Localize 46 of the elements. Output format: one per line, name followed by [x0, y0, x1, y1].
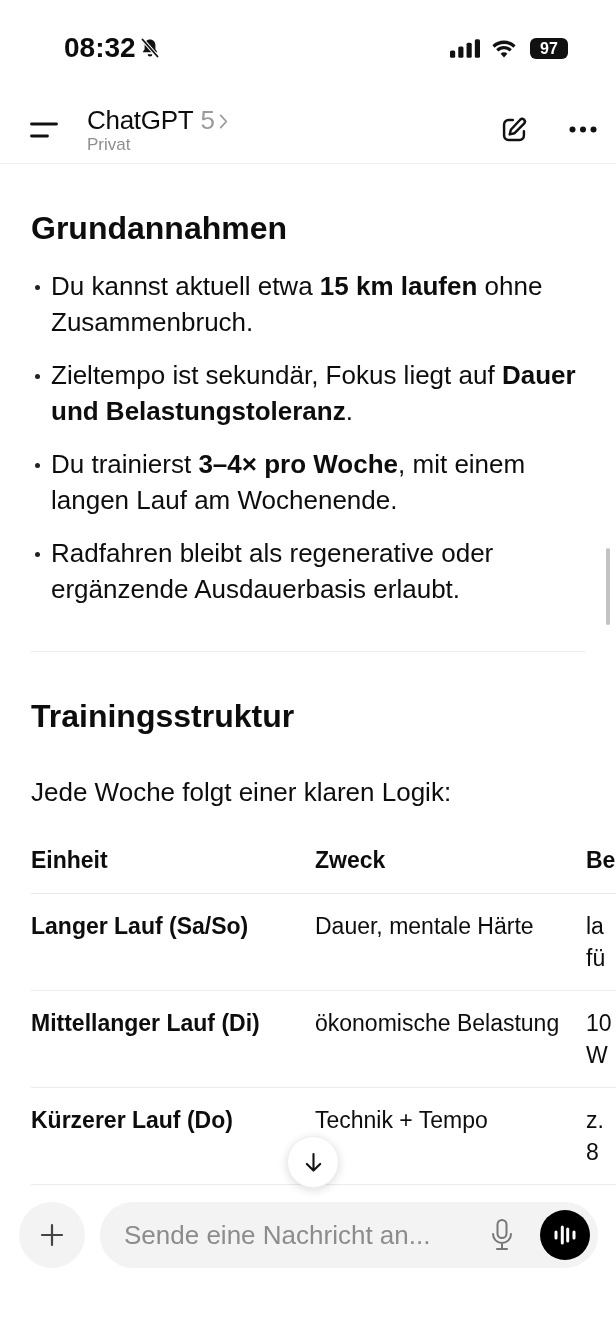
menu-icon — [30, 120, 58, 139]
microphone-icon — [490, 1218, 514, 1252]
table-cell-text: Dauer, mentale Härte — [315, 912, 534, 941]
table-cell-text: ökonomische Belastung — [315, 1009, 560, 1038]
bullet-text: Zieltempo ist sekundär, Fokus liegt auf Dauer und Belastungstoleranz. — [51, 359, 577, 428]
table-cell-text: Langer Lauf (Sa/So) — [31, 912, 249, 941]
bullet-icon — [35, 552, 40, 557]
chevron-right-icon — [219, 113, 228, 129]
pencil-square-icon — [500, 115, 528, 144]
voice-mode-button[interactable] — [540, 1210, 590, 1260]
bullet-icon — [35, 463, 40, 468]
plus-icon — [40, 1223, 64, 1247]
message-input[interactable]: Sende eine Nachricht an... — [124, 1215, 478, 1255]
microphone-button[interactable] — [490, 1218, 514, 1252]
status-time: 08:32 — [64, 32, 136, 64]
bullet-text: Radfahren bleibt als regenerative oder ergänzende Ausdauerbasis erlaubt. — [51, 537, 495, 606]
waveform-icon — [553, 1225, 577, 1245]
table-cell-text: Kürzerer Lauf (Do) — [31, 1106, 233, 1135]
bullet-icon — [35, 285, 40, 290]
more-icon — [569, 126, 597, 133]
section-heading: Grundannahmen — [31, 209, 288, 247]
table-cell-text: z. 8 — [586, 1106, 604, 1167]
battery-indicator: 97 — [530, 37, 568, 59]
new-chat-button[interactable] — [500, 115, 528, 144]
bell-slash-icon — [139, 37, 160, 59]
intro-text: Jede Woche folgt einer klaren Logik: — [31, 776, 453, 809]
more-button[interactable] — [569, 125, 597, 134]
table-cell-text: Mittellanger Lauf (Di) — [31, 1009, 260, 1038]
wifi-icon — [491, 38, 517, 58]
cellular-signal-icon — [450, 38, 480, 58]
model-selector[interactable]: ChatGPT 5 — [87, 104, 228, 135]
table-cell-text: la fü — [586, 912, 606, 973]
section-heading: Trainingsstruktur — [31, 697, 296, 735]
table-cell-text: Technik + Tempo — [315, 1106, 488, 1135]
column-header: Zweck — [315, 846, 386, 875]
bullet-icon — [35, 374, 40, 379]
menu-button[interactable] — [30, 120, 58, 139]
bullet-text: Du kannst aktuell etwa 15 km laufen ohne Zusammenbruch. — [51, 270, 544, 339]
table-cell-text: 10 W — [586, 1009, 612, 1070]
arrow-down-icon — [303, 1151, 323, 1173]
column-header: Be — [586, 846, 616, 875]
chat-subtitle: Privat — [87, 134, 131, 155]
column-header: Einheit — [31, 846, 108, 875]
scroll-down-button[interactable] — [287, 1136, 339, 1188]
bullet-text: Du trainierst 3–4× pro Woche, mit einem langen Lauf am Wochenende. — [51, 448, 527, 517]
message-field[interactable]: Sende eine Nachricht an... — [100, 1202, 598, 1268]
